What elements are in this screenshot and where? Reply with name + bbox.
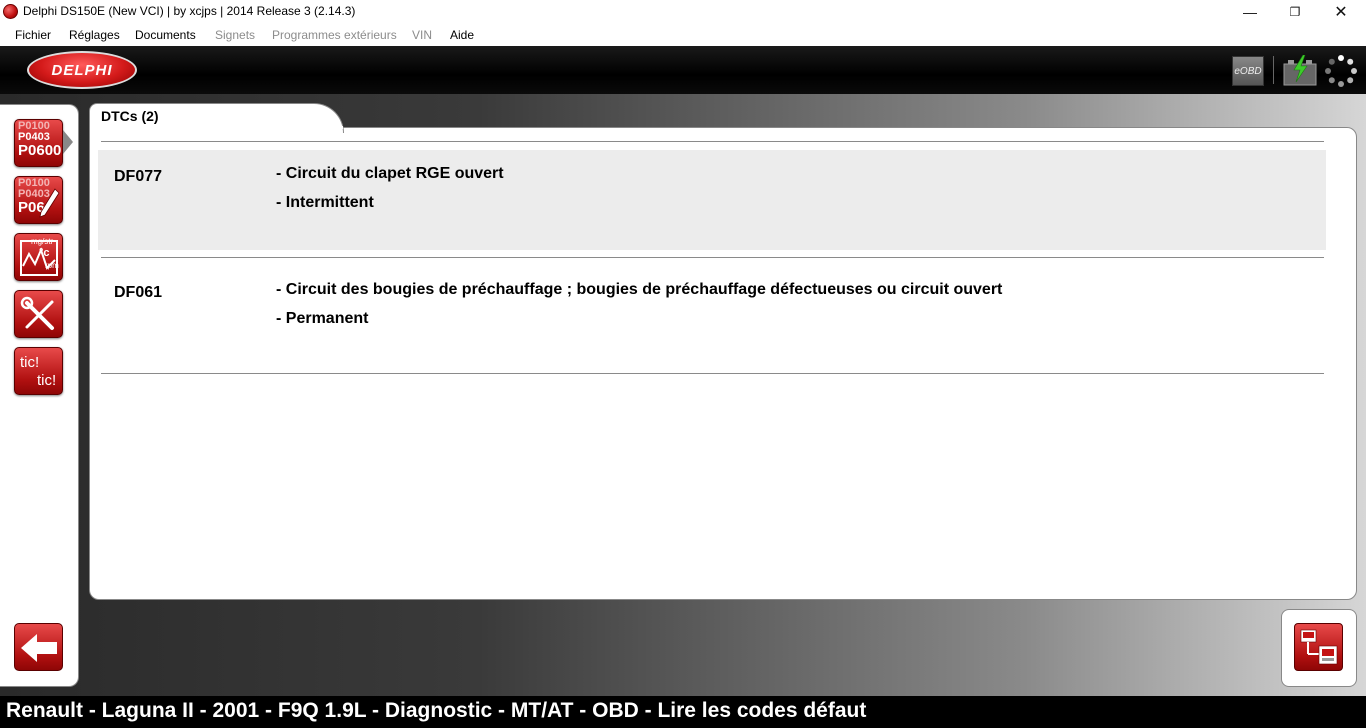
divider — [101, 141, 1324, 142]
tab-dtcs-label: DTCs (2) — [101, 108, 159, 124]
back-button[interactable] — [14, 623, 63, 671]
wrench-screwdriver-icon — [20, 296, 54, 330]
header-separator — [1273, 56, 1274, 84]
dtc-description: - Circuit des bougies de préchauffage ; … — [276, 281, 1003, 298]
divider — [101, 373, 1324, 374]
dtc-row[interactable]: DF077 - Circuit du clapet RGE ouvert - I… — [98, 150, 1326, 250]
window-title: Delphi DS150E (New VCI) | by xcjps | 201… — [23, 4, 356, 18]
active-tool-indicator — [63, 130, 73, 154]
menu-signets[interactable]: Signets — [215, 28, 255, 42]
menu-bar: Fichier Réglages Documents Signets Progr… — [0, 23, 1366, 46]
eobd-icon[interactable]: eOBD — [1232, 56, 1264, 86]
dtc-status: - Intermittent — [276, 194, 374, 211]
actuator-tests-button[interactable] — [14, 290, 63, 338]
arrow-left-icon — [21, 634, 57, 662]
dtc-code: DF061 — [114, 284, 163, 301]
tic-label-1: tic! — [20, 354, 40, 371]
busy-spinner-icon — [1325, 55, 1357, 87]
minimize-button[interactable]: — — [1227, 0, 1273, 23]
dtc-status: - Permanent — [276, 310, 369, 327]
battery-charge-icon — [1283, 55, 1317, 86]
menu-reglages[interactable]: Réglages — [69, 28, 120, 42]
read-codes-button[interactable]: P0100 P0403 P0600 — [14, 119, 63, 167]
vehicle-connection-button[interactable] — [1294, 623, 1343, 671]
clear-codes-button[interactable]: P0100 P0403 P06 — [14, 176, 63, 224]
logo-text: DELPHI — [51, 61, 113, 79]
divider — [101, 257, 1324, 258]
maximize-button[interactable]: ❐ — [1272, 0, 1318, 23]
menu-aide[interactable]: Aide — [450, 28, 474, 42]
dtc-code: DF077 — [114, 168, 163, 185]
vehicle-breadcrumb: Renault - Laguna II - 2001 - F9Q 1.9L - … — [6, 699, 867, 722]
menu-fichier[interactable]: Fichier — [15, 28, 51, 42]
dtc-row[interactable]: DF061 - Circuit des bougies de préchauff… — [98, 266, 1326, 366]
tic-tic-button[interactable]: tic! tic! — [14, 347, 63, 395]
live-data-button[interactable]: mg/str °c rpm — [14, 233, 63, 281]
status-bar: Renault - Laguna II - 2001 - F9Q 1.9L - … — [0, 696, 1366, 728]
tic-label-2: tic! — [37, 372, 57, 389]
app-header: DELPHI eOBD — [0, 46, 1366, 94]
dtc-description: - Circuit du clapet RGE ouvert — [276, 165, 504, 182]
close-button[interactable]: ✕ — [1318, 0, 1364, 23]
eraser-pen-icon — [39, 188, 60, 218]
title-bar: Delphi DS150E (New VCI) | by xcjps | 201… — [0, 0, 1366, 23]
ecu-connection-icon — [1300, 629, 1338, 665]
delphi-logo: DELPHI — [27, 51, 137, 89]
app-icon — [3, 4, 18, 19]
menu-documents[interactable]: Documents — [135, 28, 196, 42]
menu-vin[interactable]: VIN — [412, 28, 432, 42]
read-codes-icon: P0100 P0403 P0600 — [18, 120, 62, 159]
menu-programmes-exterieurs[interactable]: Programmes extérieurs — [272, 28, 397, 42]
